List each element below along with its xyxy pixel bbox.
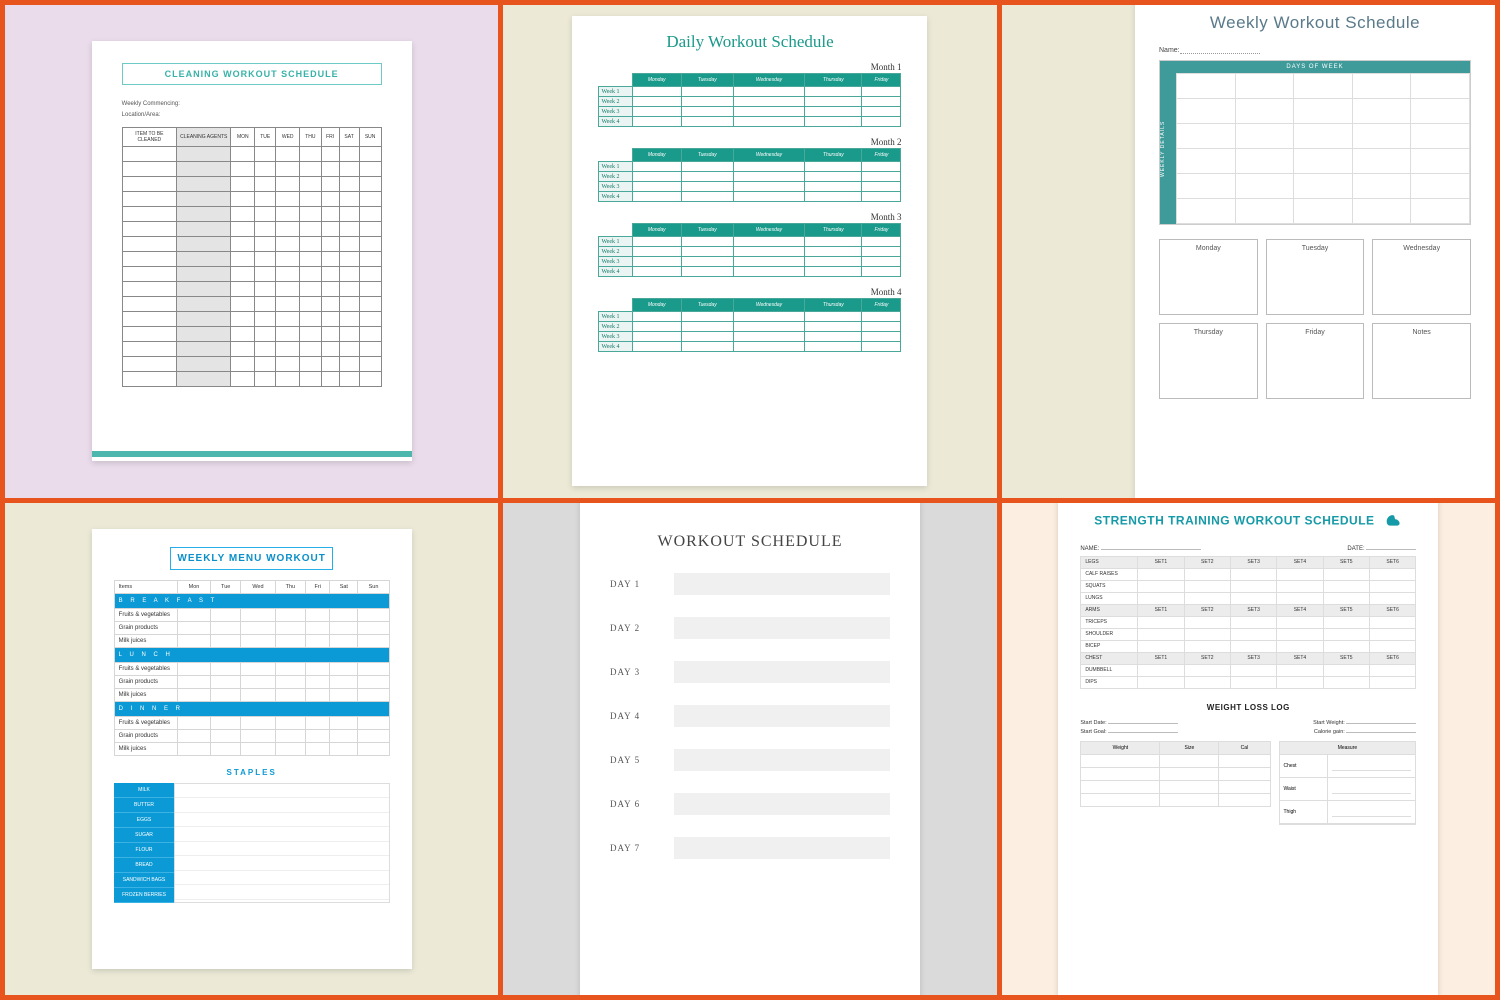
- doc-title: STRENGTH TRAINING WORKOUT SCHEDULE: [1080, 513, 1416, 530]
- template-grid: CLEANING WORKOUT SCHEDULE Weekly Commenc…: [0, 0, 1500, 1000]
- template-thumb-6[interactable]: STRENGTH TRAINING WORKOUT SCHEDULE NAME:…: [1002, 503, 1495, 996]
- doc-title: CLEANING WORKOUT SCHEDULE: [122, 63, 382, 85]
- day-boxes: MondayTuesdayWednesdayThursdayFridayNote…: [1159, 239, 1471, 399]
- footer-bar: [92, 451, 412, 457]
- staples-heading: STAPLES: [114, 768, 390, 777]
- template-thumb-3[interactable]: Weekly Workout Schedule Name: DAYS OF WE…: [1002, 5, 1495, 498]
- page: CLEANING WORKOUT SCHEDULE Weekly Commenc…: [92, 41, 412, 461]
- log-tables: WeightSizeCal MeasureChestWaistThigh: [1080, 741, 1416, 825]
- log-meta: Start Date: Start Weight:: [1080, 720, 1416, 726]
- log-heading: WEIGHT LOSS LOG: [1080, 703, 1416, 712]
- strength-table: LEGSSET1SET2SET3SET4SET5SET6CALF RAISESS…: [1080, 556, 1416, 689]
- template-thumb-5[interactable]: WORKOUT SCHEDULE DAY 1DAY 2DAY 3DAY 4DAY…: [503, 503, 996, 996]
- menu-table: ItemsMonTueWedThuFriSatSunB R E A K F A …: [114, 580, 390, 756]
- subhead: Weekly Commencing: Location/Area:: [122, 99, 382, 121]
- log-meta: Start Goal: Calorie gain:: [1080, 729, 1416, 735]
- doc-title: Weekly Workout Schedule: [1159, 13, 1471, 33]
- name-field: Name:: [1159, 47, 1471, 54]
- meta-row: NAME: DATE:: [1080, 546, 1416, 552]
- template-thumb-4[interactable]: WEEKLY MENU WORKOUT ItemsMonTueWedThuFri…: [5, 503, 498, 996]
- muscle-icon: [1384, 513, 1402, 530]
- template-thumb-1[interactable]: CLEANING WORKOUT SCHEDULE Weekly Commenc…: [5, 5, 498, 498]
- doc-title: Daily Workout Schedule: [598, 32, 901, 52]
- template-thumb-2[interactable]: Daily Workout Schedule Month 1MondayTues…: [503, 5, 996, 498]
- page: WORKOUT SCHEDULE DAY 1DAY 2DAY 3DAY 4DAY…: [580, 503, 920, 996]
- page: WEEKLY MENU WORKOUT ItemsMonTueWedThuFri…: [92, 529, 412, 969]
- week-grid: DAYS OF WEEK WEEKLY DETAILS: [1159, 60, 1471, 225]
- page: Weekly Workout Schedule Name: DAYS OF WE…: [1135, 5, 1495, 498]
- schedule-table: ITEM TO BE CLEANEDCLEANING AGENTSMONTUEW…: [122, 127, 382, 387]
- page: Daily Workout Schedule Month 1MondayTues…: [572, 16, 927, 486]
- doc-title: WEEKLY MENU WORKOUT: [170, 547, 332, 570]
- staples-list: MILKBUTTEREGGSSUGARFLOURBREADSANDWICH BA…: [114, 783, 390, 903]
- page: STRENGTH TRAINING WORKOUT SCHEDULE NAME:…: [1058, 503, 1438, 996]
- doc-title: WORKOUT SCHEDULE: [610, 533, 890, 551]
